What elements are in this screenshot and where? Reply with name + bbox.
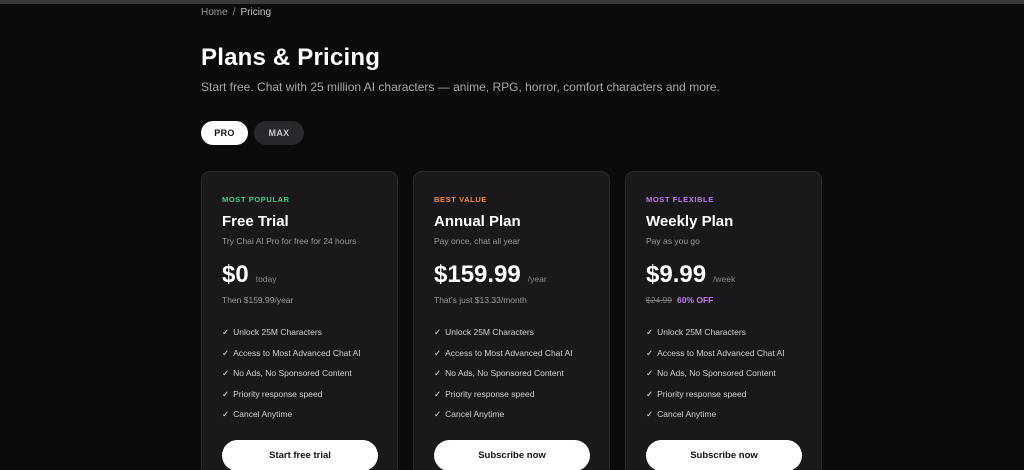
feature-label: Priority response speed: [445, 388, 535, 399]
plan-card-annual: BEST VALUE Annual Plan Pay once, chat al…: [413, 171, 610, 470]
plan-period: /week: [713, 274, 736, 284]
top-border: [0, 0, 1024, 4]
discount-badge: 60% OFF: [677, 295, 714, 305]
feature-item: ✓ Priority response speed: [222, 389, 361, 410]
feature-label: Priority response speed: [233, 388, 323, 399]
plan-name: Annual Plan: [434, 213, 521, 230]
check-icon: ✓: [222, 368, 230, 378]
subscribe-annual-button[interactable]: Subscribe now: [434, 440, 590, 470]
feature-label: Access to Most Advanced Chat AI: [445, 347, 573, 358]
check-icon: ✓: [222, 388, 230, 399]
plan-description: Try Chai AI Pro for free for 24 hours: [222, 236, 357, 246]
price-row: $9.99 /week: [646, 261, 735, 289]
check-icon: ✓: [222, 327, 230, 337]
page-title: Plans & Pricing: [201, 44, 381, 71]
pricing-cards: MOST POPULAR Free Trial Try Chai AI Pro …: [201, 171, 822, 470]
feature-label: Unlock 25M Characters: [445, 327, 534, 337]
breadcrumb-current: Pricing: [240, 7, 272, 18]
original-price: $24.99: [646, 295, 672, 305]
feature-item: ✓ Access to Most Advanced Chat AI: [222, 348, 361, 369]
feature-item: ✓ No Ads, No Sponsored Content: [222, 368, 361, 389]
plan-name: Weekly Plan: [646, 213, 734, 230]
price-row: $0 today: [222, 261, 277, 289]
page-subtitle: Start free. Chat with 25 million AI char…: [201, 80, 720, 94]
feature-list: ✓ Unlock 25M Characters ✓ Access to Most A…: [646, 327, 785, 430]
feature-item: ✓ Cancel Anytime: [434, 409, 573, 430]
feature-item: ✓ No Ads, No Sponsored Content: [646, 368, 785, 389]
breadcrumb-separator: /: [232, 7, 236, 18]
feature-item: ✓ Access to Most Advanced Chat AI: [646, 348, 785, 369]
check-icon: ✓: [434, 368, 442, 378]
plan-price: $0: [222, 261, 249, 288]
feature-label: Priority response speed: [657, 388, 747, 399]
start-free-trial-button[interactable]: Start free trial: [222, 440, 378, 470]
tab-max[interactable]: MAX: [254, 121, 304, 145]
plan-price: $159.99: [434, 261, 521, 288]
feature-label: Access to Most Advanced Chat AI: [233, 347, 361, 358]
check-icon: ✓: [646, 368, 654, 378]
feature-item: ✓ Cancel Anytime: [222, 409, 361, 430]
feature-item: ✓ Cancel Anytime: [646, 409, 785, 430]
plan-period: today: [255, 274, 277, 284]
plan-badge: MOST FLEXIBLE: [646, 195, 714, 204]
check-icon: ✓: [434, 409, 442, 419]
breadcrumb: Home / Pricing: [201, 7, 271, 18]
feature-item: ✓ Unlock 25M Characters: [646, 327, 785, 348]
plan-price: $9.99: [646, 261, 707, 288]
feature-item: ✓ Access to Most Advanced Chat AI: [434, 348, 573, 369]
plan-tier-toggle: PRO MAX: [201, 121, 304, 145]
price-note: $24.99 60% OFF: [646, 295, 713, 305]
check-icon: ✓: [646, 327, 654, 337]
feature-label: Cancel Anytime: [233, 409, 293, 419]
feature-label: Cancel Anytime: [657, 409, 717, 419]
price-note: That's just $13.33/month: [434, 295, 527, 305]
feature-list: ✓ Unlock 25M Characters ✓ Access to Most A…: [434, 327, 573, 430]
feature-item: ✓ Unlock 25M Characters: [222, 327, 361, 348]
plan-description: Pay as you go: [646, 236, 700, 246]
feature-item: ✓ No Ads, No Sponsored Content: [434, 368, 573, 389]
plan-badge: MOST POPULAR: [222, 195, 290, 204]
feature-label: No Ads, No Sponsored Content: [233, 368, 352, 378]
feature-item: ✓ Unlock 25M Characters: [434, 327, 573, 348]
plan-badge: BEST VALUE: [434, 195, 487, 204]
plan-card-weekly: MOST FLEXIBLE Weekly Plan Pay as you go …: [625, 171, 822, 470]
check-icon: ✓: [646, 388, 654, 399]
check-icon: ✓: [646, 409, 654, 419]
price-row: $159.99 /year: [434, 261, 547, 289]
feature-label: Cancel Anytime: [445, 409, 505, 419]
feature-item: ✓ Priority response speed: [646, 389, 785, 410]
plan-card-free-trial: MOST POPULAR Free Trial Try Chai AI Pro …: [201, 171, 398, 470]
check-icon: ✓: [434, 327, 442, 337]
price-note: Then $159.99/year: [222, 295, 294, 305]
feature-label: No Ads, No Sponsored Content: [657, 368, 776, 378]
check-icon: ✓: [434, 388, 442, 399]
feature-item: ✓ Priority response speed: [434, 389, 573, 410]
feature-label: Unlock 25M Characters: [657, 327, 746, 337]
feature-label: Access to Most Advanced Chat AI: [657, 347, 785, 358]
breadcrumb-home-link[interactable]: Home: [201, 7, 228, 18]
check-icon: ✓: [222, 347, 230, 358]
check-icon: ✓: [222, 409, 230, 419]
feature-label: No Ads, No Sponsored Content: [445, 368, 564, 378]
feature-label: Unlock 25M Characters: [233, 327, 322, 337]
plan-description: Pay once, chat all year: [434, 236, 520, 246]
subscribe-weekly-button[interactable]: Subscribe now: [646, 440, 802, 470]
plan-name: Free Trial: [222, 213, 289, 230]
tab-pro[interactable]: PRO: [201, 121, 248, 145]
feature-list: ✓ Unlock 25M Characters ✓ Access to Most A…: [222, 327, 361, 430]
check-icon: ✓: [646, 347, 654, 358]
plan-period: /year: [527, 274, 547, 284]
check-icon: ✓: [434, 347, 442, 358]
